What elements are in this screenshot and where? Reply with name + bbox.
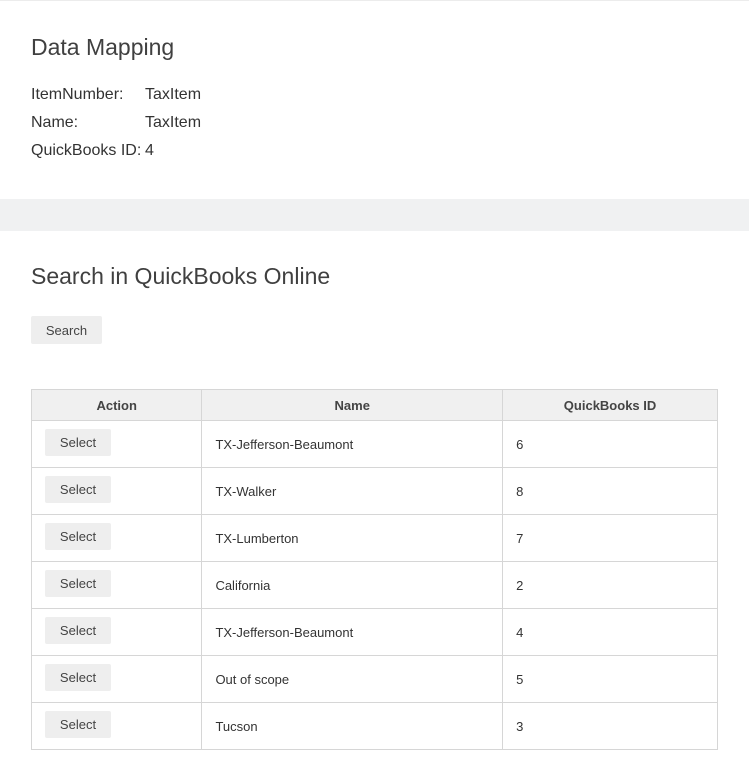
name-cell: TX-Jefferson-Beaumont: [201, 608, 504, 656]
select-button[interactable]: Select: [45, 663, 111, 691]
table-row: Select Out of scope 5: [30, 655, 718, 703]
table-row: Select California 2: [30, 561, 718, 609]
quickbooks-id-cell: 3: [502, 702, 718, 750]
action-cell: Select: [30, 608, 203, 656]
name-cell: TX-Walker: [201, 467, 504, 515]
select-button[interactable]: Select: [45, 710, 111, 738]
column-header-name: Name: [201, 389, 504, 421]
name-cell: Out of scope: [201, 655, 504, 703]
action-cell: Select: [30, 514, 203, 562]
column-header-quickbooks-id: QuickBooks ID: [502, 389, 718, 421]
select-button[interactable]: Select: [45, 428, 111, 456]
select-button[interactable]: Select: [45, 569, 111, 597]
search-section-title: Search in QuickBooks Online: [31, 263, 331, 289]
field-label: QuickBooks ID:: [31, 142, 142, 159]
name-cell: Tucson: [201, 702, 504, 750]
quickbooks-id-cell: 4: [502, 608, 718, 656]
page: Data Mapping ItemNumber: TaxItem Name: T…: [0, 0, 749, 782]
quickbooks-id-cell: 2: [502, 561, 718, 609]
quickbooks-id-cell: 5: [502, 655, 718, 703]
search-button[interactable]: Search: [31, 316, 102, 344]
quickbooks-id-cell: 6: [502, 420, 718, 468]
select-button[interactable]: Select: [45, 522, 111, 550]
field-value: TaxItem: [145, 86, 202, 103]
name-cell: California: [201, 561, 504, 609]
action-cell: Select: [30, 561, 203, 609]
field-value: 4: [145, 142, 154, 159]
action-cell: Select: [30, 655, 203, 703]
field-value: TaxItem: [145, 114, 202, 131]
name-cell: TX-Jefferson-Beaumont: [201, 420, 504, 468]
table-header-row: Action Name QuickBooks ID: [30, 389, 718, 421]
table-row: Select TX-Jefferson-Beaumont 6: [30, 420, 718, 468]
quickbooks-id-cell: 8: [502, 467, 718, 515]
table-row: Select TX-Walker 8: [30, 467, 718, 515]
table-row: Select Tucson 3: [30, 702, 718, 750]
select-button[interactable]: Select: [45, 616, 111, 644]
action-cell: Select: [30, 467, 203, 515]
table-row: Select TX-Lumberton 7: [30, 514, 718, 562]
action-cell: Select: [30, 702, 203, 750]
name-cell: TX-Lumberton: [201, 514, 504, 562]
quickbooks-id-cell: 7: [502, 514, 718, 562]
section-separator-band: [0, 199, 749, 231]
select-button[interactable]: Select: [45, 475, 111, 503]
field-label: ItemNumber:: [31, 86, 124, 103]
column-header-action: Action: [30, 389, 203, 421]
results-table: Action Name QuickBooks ID Select TX-Jeff…: [30, 389, 718, 750]
action-cell: Select: [30, 420, 203, 468]
table-row: Select TX-Jefferson-Beaumont 4: [30, 608, 718, 656]
data-mapping-title: Data Mapping: [31, 34, 175, 60]
data-mapping-section: Data Mapping ItemNumber: TaxItem Name: T…: [0, 1, 749, 199]
field-label: Name:: [31, 114, 79, 131]
